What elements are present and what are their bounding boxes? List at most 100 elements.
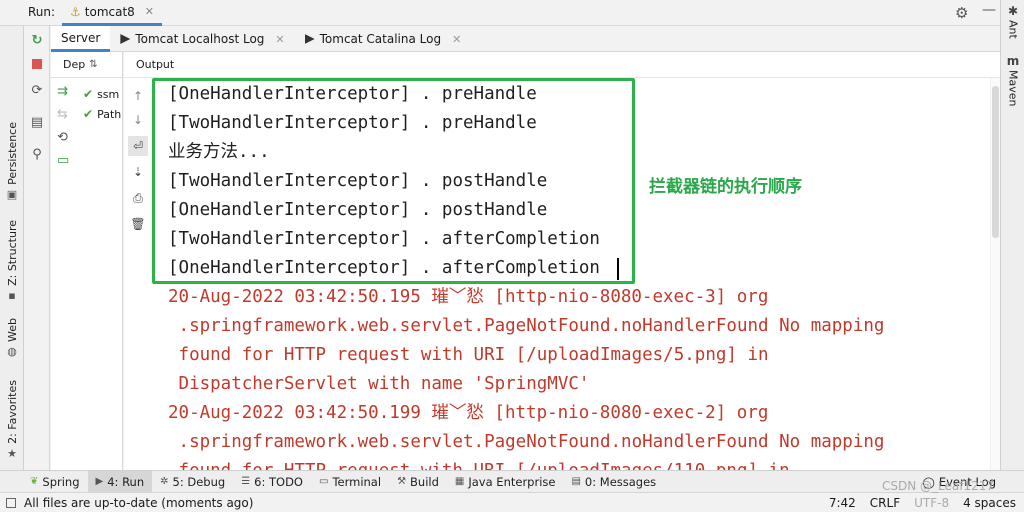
tool-terminal[interactable]: ▭ Terminal [311,471,389,493]
close-icon[interactable]: ✕ [145,5,154,18]
highlight-box [152,78,635,284]
deploy-item-label: ssm [97,87,120,101]
tool-build-label: Build [410,474,439,489]
soft-wrap-icon[interactable]: ⏎ [128,136,148,156]
tool-tab-web-label: Web [5,318,19,342]
messages-icon: ▤ [571,476,581,487]
tab-server-label: Server [61,30,101,45]
tool-todo-label: 6: TODO [254,474,303,489]
tool-tab-web[interactable]: Web ◍ [0,318,24,358]
console-scrollbar-thumb[interactable] [992,86,999,238]
tool-messages[interactable]: ▤ 0: Messages [563,471,664,493]
deployment-panel: Dep ⇅ ⇉ ⇆ ⟲ ▭ ✔ ssm ✔ Path [51,52,123,470]
tool-java-enterprise[interactable]: ▦ Java Enterprise [447,471,564,493]
tomcat-icon: ⚓ [70,4,81,19]
tool-tab-ant[interactable]: ✱ Ant [1001,4,1024,39]
tool-debug[interactable]: ✲ 5: Debug [152,471,233,493]
gear-icon[interactable]: ⚙ [955,4,968,22]
run-icon: ▶ [95,476,104,487]
console-line: .springframework.web.servlet.PageNotFoun… [168,316,885,336]
tool-todo[interactable]: ☰ 6: TODO [233,471,311,493]
tool-tab-ant-label: Ant [1006,20,1020,39]
hammer-icon: ⚒ [397,476,407,487]
arrow-down-icon[interactable]: ↓ [128,110,148,130]
file-encoding[interactable]: UTF-8 [914,496,949,510]
console-line: found for HTTP request with URI [/upload… [168,345,769,365]
tool-tab-persistence[interactable]: Persistence ▣ [0,122,24,201]
log-icon [120,34,131,44]
globe-icon: ◍ [7,344,17,358]
console-line: DispatcherServlet with name 'SpringMVC' [168,374,590,394]
tool-spring[interactable]: ❦ Spring [0,471,88,493]
deploy-item-label: Path [97,107,122,121]
right-tool-strip: ✱ Ant m Maven [1000,0,1024,470]
minimize-icon[interactable]: — [982,2,996,18]
annotation-label: 拦截器链的执行顺序 [649,177,802,197]
tab-localhost-log-label: Tomcat Localhost Log [135,32,265,46]
tab-catalina-log[interactable]: Tomcat Catalina Log ✕ [295,26,472,52]
run-header: Run: ⚓ tomcat8 ✕ ⚙ — [0,0,1000,26]
tool-run[interactable]: ▶ 4: Run [87,470,153,493]
tool-tab-favorites[interactable]: 2: Favorites ★ [0,380,24,460]
debug-icon: ✲ [160,476,169,487]
rerun-icon[interactable]: ↻ [27,30,47,50]
tool-debug-label: 5: Debug [172,474,226,489]
caret-position[interactable]: 7:42 [829,496,856,510]
console-output[interactable]: [OneHandlerInterceptor] . preHandle [Two… [152,78,990,470]
bottom-tool-bar: ❦ Spring ▶ 4: Run ✲ 5: Debug ☰ 6: TODO ▭… [0,470,1024,493]
tool-tab-structure[interactable]: Z: Structure ▪ [0,220,24,302]
close-icon[interactable]: ✕ [452,33,461,46]
run-config-tab-label: tomcat8 [84,4,135,19]
star-icon: ★ [7,446,17,460]
collapse-icon[interactable]: ⇅ [89,59,97,70]
output-header: Output [124,52,1000,78]
run-label: Run: [28,5,56,19]
scroll-to-end-icon[interactable]: ⇣ [128,162,148,182]
tool-messages-label: 0: Messages [584,474,657,489]
ant-icon: ✱ [1007,4,1019,18]
tab-server[interactable]: Server [51,26,111,52]
left-tool-strip: Persistence ▣ Z: Structure ▪ Web ◍ 2: Fa… [0,26,24,470]
tool-tab-favorites-label: 2: Favorites [5,380,19,444]
tool-run-label: 4: Run [107,474,145,489]
run-toolbar: ↻ ⟳ ▤ ⚲ [24,26,50,470]
status-message[interactable]: All files are up-to-date (moments ago) [6,496,253,510]
status-window-icon [6,497,16,508]
refresh-icon[interactable]: ⟲ [57,130,69,145]
terminal-icon: ▭ [319,476,329,487]
tool-build[interactable]: ⚒ Build [389,471,447,493]
deploy-all-icon[interactable]: ⇉ [57,84,69,99]
trash-icon[interactable]: 🗑 [128,214,148,234]
stop-icon[interactable] [27,54,47,74]
layout-icon[interactable]: ▤ [27,112,47,132]
java-enterprise-icon: ▦ [454,476,465,487]
spring-icon: ❦ [30,476,39,487]
close-icon[interactable]: ✕ [275,33,284,46]
tool-spring-label: Spring [42,474,80,489]
tab-catalina-log-label: Tomcat Catalina Log [319,32,442,46]
tool-terminal-label: Terminal [332,474,382,489]
arrow-up-icon[interactable]: ↑ [128,86,148,106]
console-line: .springframework.web.servlet.PageNotFoun… [168,432,885,452]
tool-tab-persistence-label: Persistence [5,122,19,185]
update-icon[interactable]: ⟳ [27,80,47,100]
tool-java-enterprise-label: Java Enterprise [468,474,556,489]
output-toolbar: ↑ ↓ ⏎ ⇣ ⎙ 🗑 [124,78,152,470]
text-caret [617,258,619,280]
indent-setting[interactable]: 4 spaces [963,496,1016,510]
tab-localhost-log[interactable]: Tomcat Localhost Log ✕ [110,26,294,52]
print-icon[interactable]: ⎙ [128,188,148,208]
watermark-text: CSDN @_Leaf1217 [882,479,995,493]
deployment-header: Dep ⇅ [51,52,122,78]
console-line: 20-Aug-2022 03:42:50.199 璀﹀悐 [http-nio-8… [168,403,769,423]
undeploy-icon[interactable]: ⇆ [57,107,69,122]
line-separator[interactable]: CRLF [870,496,900,510]
persistence-icon: ▣ [6,187,18,201]
tool-tab-maven[interactable]: m Maven [1001,54,1024,106]
console-scrollbar[interactable] [991,78,1000,470]
status-message-text: All files are up-to-date (moments ago) [24,495,254,510]
pin-icon[interactable]: ⚲ [27,144,47,164]
run-config-tab[interactable]: ⚓ tomcat8 ✕ [62,0,163,26]
deploy-target-icon[interactable]: ▭ [57,153,69,168]
tool-tab-maven-label: Maven [1006,70,1020,107]
